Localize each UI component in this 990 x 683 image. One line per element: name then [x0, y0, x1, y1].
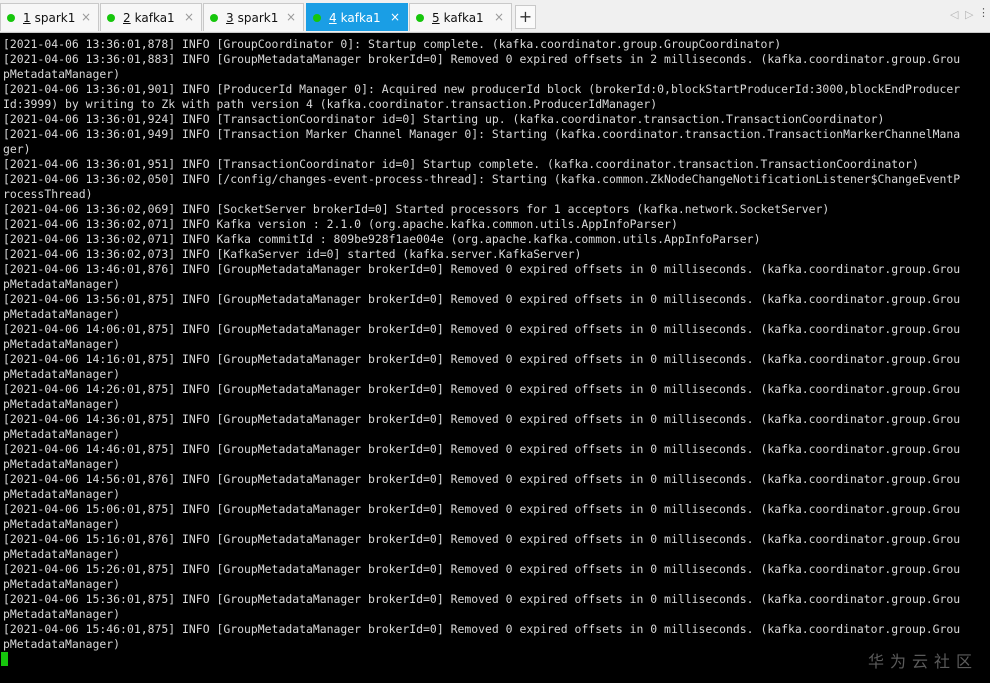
- tab-label: spark1: [34, 10, 76, 25]
- terminal-line: Id:3999) by writing to Zk with path vers…: [3, 97, 658, 111]
- tab-3[interactable]: 3 spark1 ×: [203, 3, 304, 31]
- tab-4-active[interactable]: 4 kafka1 ×: [306, 3, 408, 31]
- terminal-line: pMetadataManager): [3, 67, 121, 81]
- scroll-tabs-right-icon[interactable]: ▷: [965, 8, 973, 21]
- terminal-line: pMetadataManager): [3, 577, 121, 591]
- connected-status-icon: [416, 13, 424, 22]
- terminal-line: [2021-04-06 13:36:01,949] INFO [Transact…: [3, 127, 961, 141]
- terminal-line: [2021-04-06 13:46:01,876] INFO [GroupMet…: [3, 262, 961, 276]
- terminal-line: [2021-04-06 13:36:02,069] INFO [SocketSe…: [3, 202, 830, 216]
- close-icon[interactable]: ×: [494, 10, 504, 24]
- terminal-line: [2021-04-06 14:26:01,875] INFO [GroupMet…: [3, 382, 961, 396]
- connected-status-icon: [313, 13, 321, 22]
- terminal-line: [2021-04-06 13:36:01,901] INFO [Producer…: [3, 82, 961, 96]
- terminal-line: [2021-04-06 13:36:02,071] INFO Kafka ver…: [3, 217, 678, 231]
- terminal-line: pMetadataManager): [3, 277, 121, 291]
- tab-number: 3: [226, 10, 234, 25]
- terminal-cursor: [1, 652, 8, 666]
- tab-5[interactable]: 5 kafka1 ×: [409, 3, 512, 31]
- terminal-output[interactable]: [2021-04-06 13:36:01,878] INFO [GroupCoo…: [0, 33, 990, 683]
- terminal-line: [2021-04-06 14:56:01,876] INFO [GroupMet…: [3, 472, 961, 486]
- terminal-line: [2021-04-06 15:16:01,876] INFO [GroupMet…: [3, 532, 961, 546]
- tab-label: kafka1: [443, 10, 484, 25]
- terminal-line: [2021-04-06 13:36:01,924] INFO [Transact…: [3, 112, 885, 126]
- terminal-line: pMetadataManager): [3, 517, 121, 531]
- terminal-line: pMetadataManager): [3, 607, 121, 621]
- terminal-line: [2021-04-06 15:26:01,875] INFO [GroupMet…: [3, 562, 961, 576]
- tab-number: 1: [23, 10, 31, 25]
- terminal-line: pMetadataManager): [3, 637, 121, 651]
- tab-menu-icon[interactable]: ⋮: [978, 6, 989, 22]
- terminal-line: pMetadataManager): [3, 337, 121, 351]
- tab-label: spark1: [237, 10, 279, 25]
- terminal-line: [2021-04-06 13:56:01,875] INFO [GroupMet…: [3, 292, 961, 306]
- watermark: 华为云社区: [867, 652, 978, 671]
- add-tab-button[interactable]: +: [515, 5, 536, 29]
- terminal-line: pMetadataManager): [3, 307, 121, 321]
- terminal-line: [2021-04-06 14:06:01,875] INFO [GroupMet…: [3, 322, 961, 336]
- terminal-line: [2021-04-06 15:46:01,875] INFO [GroupMet…: [3, 622, 961, 636]
- close-icon[interactable]: ×: [81, 10, 91, 24]
- tab-label: kafka1: [340, 10, 381, 25]
- close-icon[interactable]: ×: [286, 10, 296, 24]
- scroll-tabs-left-icon[interactable]: ◁: [950, 8, 958, 21]
- terminal-line: pMetadataManager): [3, 457, 121, 471]
- terminal-line: pMetadataManager): [3, 487, 121, 501]
- tab-number: 5: [432, 10, 440, 25]
- terminal-line: pMetadataManager): [3, 367, 121, 381]
- terminal-line: [2021-04-06 13:36:02,071] INFO Kafka com…: [3, 232, 761, 246]
- connected-status-icon: [7, 13, 15, 22]
- terminal-line: [2021-04-06 14:46:01,875] INFO [GroupMet…: [3, 442, 961, 456]
- terminal-line: pMetadataManager): [3, 427, 121, 441]
- tab-label: kafka1: [134, 10, 175, 25]
- terminal-line: [2021-04-06 13:36:02,073] INFO [KafkaSer…: [3, 247, 582, 261]
- terminal-line: [2021-04-06 13:36:01,883] INFO [GroupMet…: [3, 52, 961, 66]
- terminal-line: [2021-04-06 14:36:01,875] INFO [GroupMet…: [3, 412, 961, 426]
- tab-number: 4: [329, 10, 337, 25]
- terminal-line: [2021-04-06 15:06:01,875] INFO [GroupMet…: [3, 502, 961, 516]
- terminal-line: rocessThread): [3, 187, 93, 201]
- terminal-line: pMetadataManager): [3, 547, 121, 561]
- terminal-line: pMetadataManager): [3, 397, 121, 411]
- connected-status-icon: [210, 13, 218, 22]
- terminal-line: ger): [3, 142, 31, 156]
- tab-bar: 1 spark1 × 2 kafka1 × 3 spark1 × 4 kafka…: [0, 0, 990, 33]
- terminal-line: [2021-04-06 13:36:01,951] INFO [Transact…: [3, 157, 919, 171]
- tab-number: 2: [123, 10, 131, 25]
- terminal-line: [2021-04-06 15:36:01,875] INFO [GroupMet…: [3, 592, 961, 606]
- connected-status-icon: [107, 13, 115, 22]
- terminal-line: [2021-04-06 14:16:01,875] INFO [GroupMet…: [3, 352, 961, 366]
- tab-2[interactable]: 2 kafka1 ×: [100, 3, 202, 31]
- close-icon[interactable]: ×: [390, 10, 400, 24]
- terminal-line: [2021-04-06 13:36:02,050] INFO [/config/…: [3, 172, 961, 186]
- close-icon[interactable]: ×: [184, 10, 194, 24]
- terminal-line: [2021-04-06 13:36:01,878] INFO [GroupCoo…: [3, 37, 782, 51]
- tab-1[interactable]: 1 spark1 ×: [0, 3, 99, 31]
